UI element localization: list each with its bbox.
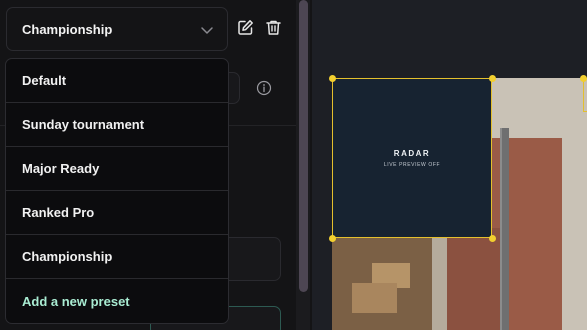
preset-option-ranked-pro[interactable]: Ranked Pro: [6, 191, 228, 235]
radar-title: RADAR: [393, 148, 431, 158]
preset-select-value: Championship: [22, 21, 113, 37]
preset-dropdown-menu: Default Sunday tournament Major Ready Ra…: [5, 58, 229, 324]
edit-icon[interactable]: [237, 19, 254, 36]
trash-icon[interactable]: [265, 19, 282, 36]
preset-option-championship[interactable]: Championship: [6, 235, 228, 279]
chevron-down-icon: [201, 27, 213, 34]
preset-option-sunday-tournament[interactable]: Sunday tournament: [6, 103, 228, 147]
resize-handle-bottom-right[interactable]: [488, 234, 496, 242]
radar-widget[interactable]: RADAR LIVE PREVIEW OFF: [332, 78, 492, 238]
preset-select[interactable]: Championship: [6, 7, 228, 51]
scrollbar-thumb[interactable]: [299, 0, 308, 292]
adjacent-widget-handle[interactable]: [580, 74, 587, 82]
info-icon[interactable]: [256, 80, 272, 96]
resize-handle-top-right[interactable]: [488, 74, 496, 82]
hud-preview-area: RADAR LIVE PREVIEW OFF: [312, 0, 587, 330]
add-new-preset-button[interactable]: Add a new preset: [6, 279, 228, 323]
resize-handle-bottom-left[interactable]: [328, 234, 336, 242]
radar-subtitle: LIVE PREVIEW OFF: [383, 161, 441, 168]
adjacent-widget-frame[interactable]: [583, 78, 587, 112]
resize-handle-top-left[interactable]: [328, 74, 336, 82]
preset-option-major-ready[interactable]: Major Ready: [6, 147, 228, 191]
preset-option-default[interactable]: Default: [6, 59, 228, 103]
